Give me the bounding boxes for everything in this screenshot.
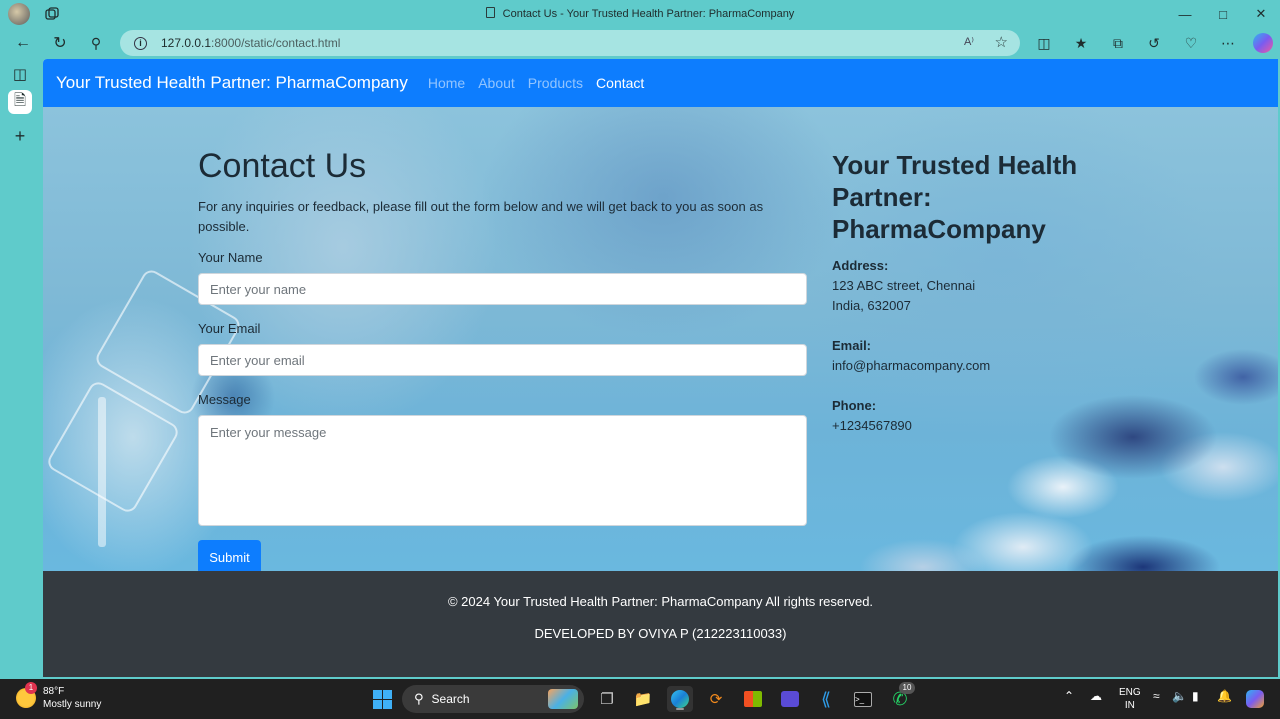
- whatsapp-icon[interactable]: ✆ 10: [887, 682, 915, 712]
- sun-icon: 1: [16, 682, 37, 708]
- footer-copyright: © 2024 Your Trusted Health Partner: Phar…: [447, 594, 874, 609]
- search-highlight-icon: [548, 689, 578, 709]
- tab-title[interactable]: Contact Us - Your Trusted Health Partner…: [0, 7, 1280, 20]
- minimize-button[interactable]: —: [1166, 0, 1204, 28]
- task-view-icon[interactable]: ❐: [594, 686, 620, 712]
- taskbar-search[interactable]: ⚲ Search: [402, 685, 584, 713]
- message-label: Message: [198, 392, 251, 407]
- syringe-decoration: [98, 397, 106, 547]
- region-code: IN: [1124, 700, 1135, 711]
- submit-button[interactable]: Submit: [198, 540, 261, 571]
- url-host: 127.0.0.1: [161, 36, 212, 50]
- tab-actions-icon[interactable]: ◫: [8, 62, 32, 86]
- maximize-button[interactable]: □: [1204, 0, 1242, 28]
- weather-badge: 1: [25, 682, 37, 694]
- contact-info-section: Your Trusted Health Partner: PharmaCompa…: [832, 149, 1092, 436]
- contact-form-section: Contact Us For any inquiries or feedback…: [198, 147, 808, 571]
- nav-contact[interactable]: Contact: [596, 75, 644, 91]
- message-textarea[interactable]: [198, 415, 807, 526]
- page-viewport: Your Trusted Health Partner: PharmaCompa…: [43, 59, 1278, 677]
- vertical-tab-sidebar: ◫ 🗎 +: [0, 58, 42, 678]
- windows-taskbar: 1 88°F Mostly sunny ⚲ Search ❐ 📁 ⟳ ⟪ >_ ✆…: [0, 679, 1280, 719]
- search-label: Search: [431, 692, 470, 706]
- edge-browser-icon[interactable]: [667, 686, 693, 712]
- site-brand[interactable]: Your Trusted Health Partner: PharmaCompa…: [56, 73, 408, 93]
- hero-background: Contact Us For any inquiries or feedback…: [43, 107, 1278, 571]
- browser-title-bar: Contact Us - Your Trusted Health Partner…: [0, 0, 1280, 28]
- back-icon[interactable]: ←: [11, 32, 35, 54]
- weather-condition: Mostly sunny: [43, 699, 102, 710]
- onedrive-icon[interactable]: ☁: [1090, 689, 1102, 703]
- read-aloud-icon[interactable]: A⁾: [964, 35, 974, 48]
- file-explorer-icon[interactable]: 📁: [630, 686, 656, 712]
- battery-icon[interactable]: ▮: [1192, 689, 1199, 703]
- vs-code-icon[interactable]: ⟪: [813, 686, 839, 712]
- windows-logo-icon: [372, 689, 392, 709]
- start-button[interactable]: [369, 686, 395, 712]
- name-input[interactable]: [198, 273, 807, 305]
- footer-developer: DEVELOPED BY OVIYA P (212223110033): [534, 626, 787, 641]
- wifi-icon[interactable]: ≈: [1153, 689, 1160, 703]
- page-icon: [485, 7, 495, 18]
- email-info-label: Email:: [832, 338, 872, 353]
- weather-widget[interactable]: 1 88°F Mostly sunny: [16, 682, 102, 711]
- new-tab-icon[interactable]: +: [8, 124, 32, 148]
- company-heading: Your Trusted Health Partner: PharmaCompa…: [832, 150, 1078, 244]
- temperature: 88°F: [43, 686, 65, 697]
- url-path: :8000/static/contact.html: [211, 36, 341, 50]
- page-title: Contact Us: [198, 147, 367, 185]
- jupyter-icon[interactable]: ⟳: [703, 686, 729, 712]
- split-screen-icon[interactable]: ◫: [1034, 33, 1054, 53]
- site-info-icon[interactable]: i: [134, 36, 147, 50]
- tab-title-text: Contact Us - Your Trusted Health Partner…: [502, 8, 795, 20]
- collections-icon[interactable]: ⧉: [1108, 33, 1128, 53]
- show-hidden-icons[interactable]: ⌃: [1064, 689, 1074, 703]
- address-bar[interactable]: i 127.0.0.1:8000/static/contact.html A⁾ …: [120, 30, 1020, 56]
- nav-home[interactable]: Home: [428, 75, 465, 91]
- browser-essentials-icon[interactable]: ♡: [1181, 33, 1201, 53]
- nav-products[interactable]: Products: [528, 75, 583, 91]
- favorite-star-icon[interactable]: ☆: [995, 33, 1008, 51]
- power-automate-icon[interactable]: [777, 686, 803, 712]
- phone-value: +1234567890: [832, 418, 912, 433]
- volume-muted-icon[interactable]: 🔈: [1172, 689, 1187, 703]
- email-input[interactable]: [198, 344, 807, 376]
- microsoft-store-icon[interactable]: [740, 686, 766, 712]
- nav-about[interactable]: About: [478, 75, 515, 91]
- current-tab-icon[interactable]: 🗎: [8, 90, 32, 114]
- site-footer: © 2024 Your Trusted Health Partner: Phar…: [43, 571, 1278, 677]
- url-text[interactable]: 127.0.0.1:8000/static/contact.html: [161, 36, 340, 50]
- address-line-1: 123 ABC street, Chennai: [832, 278, 976, 293]
- search-icon[interactable]: ⚲: [84, 32, 108, 54]
- close-window-button[interactable]: ✕: [1242, 0, 1280, 28]
- notifications-icon[interactable]: 🔔: [1217, 689, 1232, 703]
- site-navbar: Your Trusted Health Partner: PharmaCompa…: [43, 59, 1278, 107]
- search-icon: ⚲: [414, 691, 424, 706]
- language-code: ENG: [1119, 687, 1141, 698]
- copilot-taskbar-icon[interactable]: [1242, 686, 1268, 712]
- page-intro: For any inquiries or feedback, please fi…: [198, 199, 764, 234]
- address-line-2: India, 632007: [832, 298, 911, 313]
- address-label: Address:: [832, 258, 889, 273]
- terminal-icon[interactable]: >_: [850, 686, 876, 712]
- language-indicator[interactable]: ENG IN: [1119, 686, 1141, 712]
- whatsapp-badge: 10: [899, 682, 915, 694]
- phone-label: Phone:: [832, 398, 877, 413]
- favorites-icon[interactable]: ★: [1071, 33, 1091, 53]
- name-label: Your Name: [198, 250, 263, 265]
- history-icon[interactable]: ↺: [1144, 33, 1164, 53]
- copilot-icon[interactable]: [1253, 33, 1273, 53]
- email-info-value: info@pharmacompany.com: [832, 358, 991, 373]
- email-label: Your Email: [198, 321, 261, 336]
- more-menu-icon[interactable]: ⋯: [1218, 33, 1238, 53]
- refresh-icon[interactable]: ↻: [48, 32, 72, 54]
